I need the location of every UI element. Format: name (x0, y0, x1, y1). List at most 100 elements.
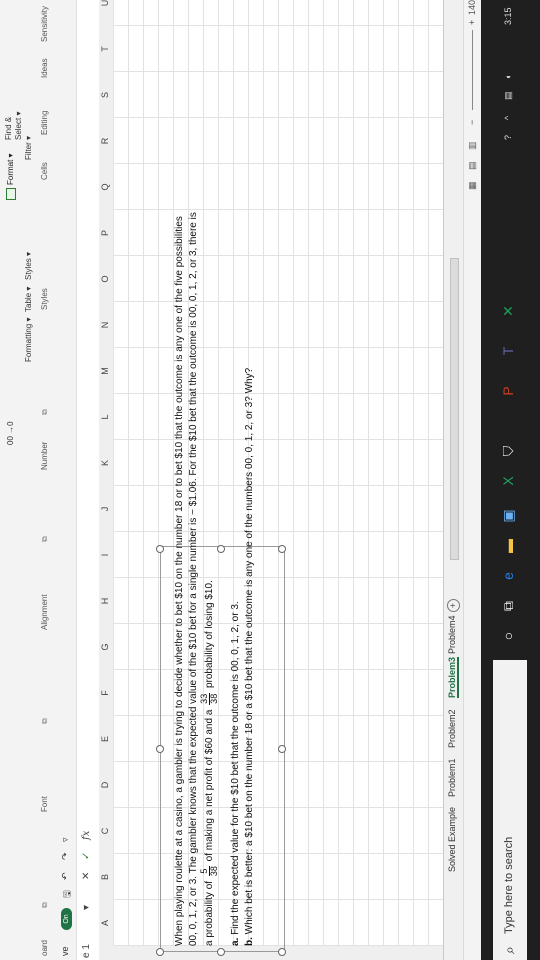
horizontal-scrollbar[interactable] (450, 258, 459, 560)
formula-bar: e 1 ▾ ✕ ✓ fx (76, 0, 100, 960)
column-header-t[interactable]: T (100, 39, 110, 59)
customize-qat-icon[interactable]: ▿ (60, 837, 71, 842)
dialog-launcher-icon[interactable]: ⧉ (40, 718, 50, 724)
fraction-5-38: 5 38 (199, 866, 219, 877)
save-icon[interactable]: 🖫 (60, 890, 76, 898)
sensitivity-group-label[interactable]: Sensitivity (40, 6, 49, 42)
probability-text-a: a probability of (204, 880, 216, 946)
resize-handle[interactable] (217, 545, 225, 553)
column-header-f[interactable]: F (100, 683, 110, 703)
ideas-group-label[interactable]: Ideas (40, 58, 49, 78)
column-header-p[interactable]: P (100, 223, 110, 243)
app-icon[interactable]: ✕ (499, 302, 517, 320)
resize-handle[interactable] (217, 948, 225, 956)
cortana-icon[interactable]: ○ (499, 627, 517, 645)
format-button[interactable]: Format ▾ (6, 153, 16, 200)
column-header-j[interactable]: J (100, 499, 110, 519)
tab-problem4[interactable]: Problem4 (447, 615, 457, 654)
filter-button[interactable]: Filter ▾ (24, 136, 33, 160)
powerpoint-icon[interactable]: P (499, 382, 517, 400)
format-as-table-button[interactable]: Table ▾ (24, 287, 33, 312)
column-header-a[interactable]: A (100, 913, 110, 933)
enter-icon[interactable]: ✓ (81, 852, 92, 860)
styles-group-label: Styles (40, 288, 49, 310)
column-header-u[interactable]: U (100, 0, 110, 13)
conditional-formatting-button[interactable]: Formatting ▾ (24, 318, 33, 362)
cell-styles-button[interactable]: Styles ▾ (24, 252, 33, 280)
chevron-up-icon[interactable]: ^ (503, 116, 513, 120)
task-view-icon[interactable]: ⧉ (499, 597, 517, 615)
resize-handle[interactable] (278, 948, 286, 956)
edge-icon[interactable]: e (499, 567, 517, 585)
select-button[interactable]: Select ▾ (14, 112, 23, 140)
autosave-toggle[interactable]: On (61, 908, 72, 930)
shield-icon[interactable]: ⛉ (499, 442, 517, 460)
column-header-n[interactable]: N (100, 315, 110, 335)
question-a: a. Find the expected value for the $10 b… (230, 601, 241, 946)
undo-icon[interactable]: ↶ (60, 872, 71, 880)
resize-handle[interactable] (156, 545, 164, 553)
clock[interactable]: 3:15 (503, 7, 513, 25)
taskbar-search-box[interactable]: ⌕ Type here to search (493, 660, 527, 960)
page-break-icon[interactable]: ▥ (467, 141, 478, 150)
store-icon[interactable]: ▣ (499, 507, 517, 525)
dialog-launcher-icon[interactable]: ⧉ (40, 536, 50, 542)
network-icon[interactable]: ▤ (503, 91, 514, 100)
probability-text-c: probability of losing $10. (204, 580, 216, 689)
column-header-k[interactable]: K (100, 453, 110, 473)
search-placeholder: Type here to search (503, 836, 515, 934)
find-button[interactable]: Find & (4, 117, 13, 140)
resize-handle[interactable] (156, 745, 164, 753)
probability-text-b: of making a net profit of $60 and a (204, 709, 216, 862)
resize-handle[interactable] (156, 948, 164, 956)
dialog-launcher-icon[interactable]: ⧉ (40, 409, 50, 415)
column-header-i[interactable]: I (100, 545, 110, 565)
question-b-text: Which bet is better: a $10 bet on the nu… (244, 367, 255, 935)
teams-icon[interactable]: T (499, 342, 517, 360)
rotated-excel-window: oard ⧉ Font ⧉ Alignment ⧉ 00 →0 Number ⧉… (0, 0, 540, 960)
status-bar: ▦ ▤ ▥ − + 140 (463, 0, 482, 960)
tab-problem2[interactable]: Problem2 (447, 709, 457, 748)
column-header-s[interactable]: S (100, 85, 110, 105)
help-icon[interactable]: ? (503, 135, 513, 140)
column-header-o[interactable]: O (100, 269, 110, 289)
redo-icon[interactable]: ↷ (60, 852, 71, 860)
column-header-l[interactable]: L (100, 407, 110, 427)
windows-taskbar: ⌕ Type here to search ○ ⧉ e ▬ ▣ X ⛉ P T … (481, 0, 540, 960)
save-label: ve (60, 946, 70, 956)
column-header-c[interactable]: C (100, 821, 110, 841)
column-header-m[interactable]: M (100, 361, 110, 381)
question-b: b. Which bet is better: a $10 bet on the… (244, 368, 255, 946)
column-header-r[interactable]: R (100, 131, 110, 151)
resize-handle[interactable] (278, 745, 286, 753)
column-header-h[interactable]: H (100, 591, 110, 611)
number-format-hint[interactable]: 00 →0 (6, 421, 15, 445)
zoom-out-icon[interactable]: − (467, 120, 477, 125)
cancel-icon[interactable]: ✕ (81, 872, 92, 880)
problem-text-box[interactable]: When playing roulette at a casino, a gam… (156, 212, 286, 956)
name-box[interactable]: e 1 (81, 944, 92, 958)
resize-handle[interactable] (278, 545, 286, 553)
clipboard-group-label: oard (40, 939, 49, 956)
tab-problem1[interactable]: Problem1 (447, 758, 457, 797)
column-header-b[interactable]: B (100, 867, 110, 887)
column-header-d[interactable]: D (100, 775, 110, 795)
dialog-launcher-icon[interactable]: ⧉ (40, 902, 50, 908)
problem-line-1: When playing roulette at a casino, a gam… (174, 216, 185, 946)
zoom-slider[interactable] (472, 30, 473, 110)
zoom-level[interactable]: 140 (467, 0, 477, 15)
volume-icon[interactable]: ◖ (503, 75, 513, 80)
page-layout-icon[interactable]: ▤ (467, 161, 478, 170)
zoom-in-icon[interactable]: + (467, 20, 477, 25)
add-sheet-button[interactable]: + (447, 599, 460, 612)
column-header-q[interactable]: Q (100, 177, 110, 197)
insert-function-icon[interactable]: fx (81, 831, 92, 840)
tab-problem3[interactable]: Problem3 (447, 656, 459, 698)
file-explorer-icon[interactable]: ▬ (499, 537, 517, 555)
normal-view-icon[interactable]: ▦ (467, 181, 478, 190)
name-box-dropdown-icon[interactable]: ▾ (81, 905, 92, 910)
column-header-e[interactable]: E (100, 729, 110, 749)
excel-icon[interactable]: X (499, 472, 517, 490)
column-header-g[interactable]: G (100, 637, 110, 657)
tab-solved-example[interactable]: Solved Example (447, 807, 457, 872)
